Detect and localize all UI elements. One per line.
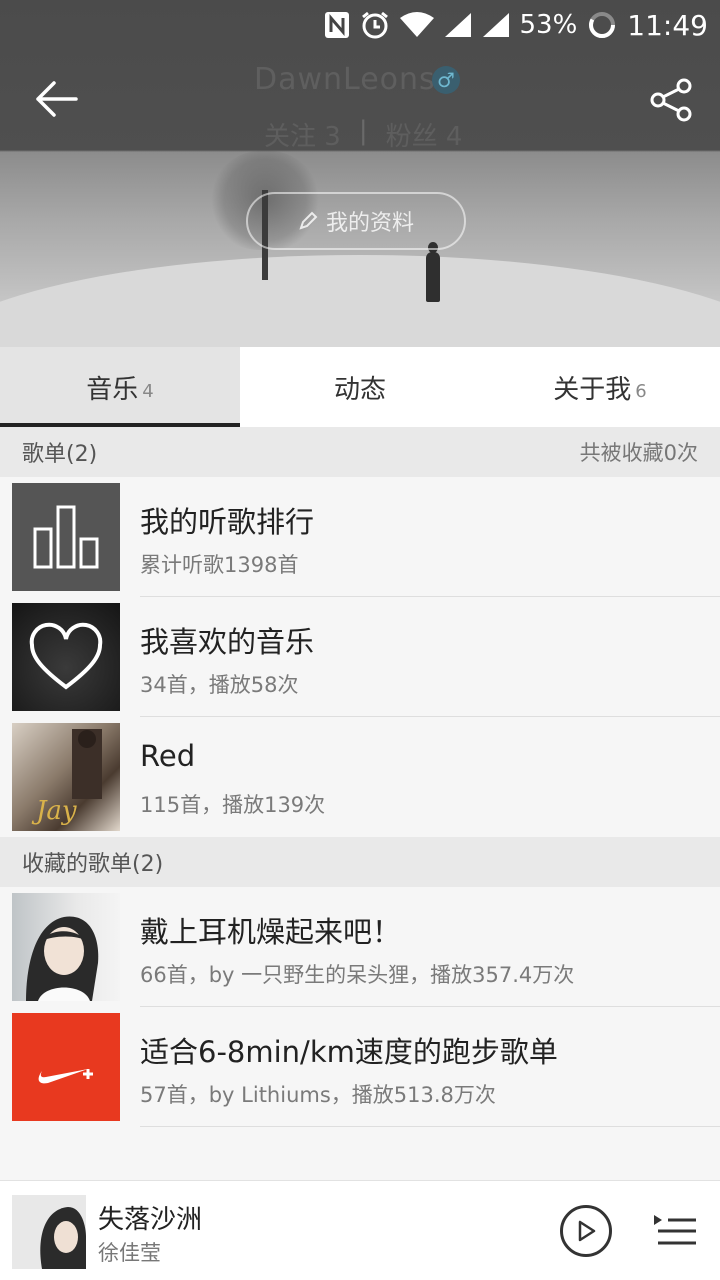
collected-row-running[interactable]: 适合6-8min/km速度的跑步歌单 57首，by Lithiums，播放513… — [0, 1007, 720, 1127]
playlist-cover-girl — [12, 893, 120, 1001]
nfc-icon — [324, 11, 350, 39]
pencil-icon — [299, 211, 318, 230]
playlist-subtitle: 115首，播放139次 — [140, 793, 326, 817]
username: DawnLeons — [254, 62, 436, 97]
now-playing-artist: 徐佳莹 — [98, 1241, 161, 1265]
tab-about-label: 关于我 — [553, 374, 632, 405]
queue-list-icon — [654, 1215, 696, 1245]
playlists-section-title: 歌单(2) — [22, 442, 98, 467]
bar-chart-icon — [12, 483, 120, 591]
playlist-title: 我的听歌排行 — [140, 505, 315, 539]
status-bar: 53% 11:49 — [0, 0, 720, 50]
male-gender-icon: ♂ — [432, 66, 460, 94]
playlists-collected-count: 共被收藏0次 — [579, 441, 698, 465]
profile-header: 53% 11:49 DawnLeons ♂ 关注 3 | 粉丝 4 我的资料 — [0, 0, 720, 347]
tab-about-count: 6 — [635, 380, 647, 402]
fans-count[interactable]: 粉丝 4 — [386, 116, 463, 153]
tab-about-me[interactable]: 关于我 6 — [480, 347, 720, 427]
following-count[interactable]: 关注 3 — [264, 116, 341, 153]
wifi-icon — [399, 12, 434, 38]
person-figure — [426, 252, 440, 302]
playlist-subtitle: 34首，播放58次 — [140, 673, 299, 697]
playlist-subtitle: 66首，by 一只野生的呆头狸，播放357.4万次 — [140, 963, 575, 987]
edit-profile-label: 我的资料 — [325, 211, 414, 236]
playlist-title: 我喜欢的音乐 — [140, 625, 315, 659]
collected-section-header: 收藏的歌单(2) — [0, 837, 720, 887]
play-button[interactable] — [560, 1205, 612, 1257]
share-button[interactable] — [646, 74, 698, 126]
playlists-section-header: 歌单(2) 共被收藏0次 — [0, 427, 720, 477]
clock: 11:49 — [627, 8, 708, 42]
playlist-title: 适合6-8min/km速度的跑步歌单 — [140, 1035, 558, 1069]
collected-section-title: 收藏的歌单(2) — [22, 852, 164, 877]
signal-icon-1 — [444, 12, 472, 38]
profile-screen: 53% 11:49 DawnLeons ♂ 关注 3 | 粉丝 4 我的资料 音… — [0, 0, 720, 1280]
mini-player[interactable]: 失落沙洲 徐佳莹 — [0, 1180, 720, 1280]
follow-stats: 关注 3 | 粉丝 4 — [264, 116, 462, 153]
playlist-row-ranking[interactable]: 我的听歌排行 累计听歌1398首 — [0, 477, 720, 597]
svg-text:Jay: Jay — [31, 796, 77, 826]
playlist-queue-button[interactable] — [652, 1211, 698, 1251]
playlist-title: 戴上耳机燥起来吧！ — [140, 915, 402, 949]
playlist-title: Red — [140, 739, 196, 773]
back-arrow-icon — [36, 81, 78, 117]
collected-row-earphones[interactable]: 戴上耳机燥起来吧！ 66首，by 一只野生的呆头狸，播放357.4万次 — [0, 887, 720, 1007]
battery-icon — [587, 10, 617, 40]
playlist-row-liked[interactable]: 我喜欢的音乐 34首，播放58次 — [0, 597, 720, 717]
edit-profile-button[interactable]: 我的资料 — [246, 192, 466, 250]
row-divider — [140, 1126, 720, 1127]
play-icon — [578, 1220, 596, 1242]
playlist-subtitle: 累计听歌1398首 — [140, 553, 299, 577]
back-button[interactable] — [28, 76, 84, 122]
top-bar: DawnLeons ♂ 关注 3 | 粉丝 4 — [0, 50, 720, 153]
playlist-subtitle: 57首，by Lithiums，播放513.8万次 — [140, 1083, 496, 1107]
battery-percent: 53% — [519, 10, 578, 40]
tab-activity-label: 动态 — [333, 374, 386, 405]
now-playing-cover[interactable] — [12, 1195, 86, 1269]
tab-music-count: 4 — [142, 380, 154, 402]
tab-music[interactable]: 音乐 4 — [0, 347, 240, 427]
share-icon — [650, 78, 692, 122]
stats-divider: | — [358, 116, 368, 146]
tab-music-label: 音乐 — [86, 374, 139, 405]
status-icons: 53% 11:49 — [324, 4, 708, 46]
alarm-icon — [360, 10, 390, 40]
profile-tabs: 音乐 4 动态 关于我 6 — [0, 347, 720, 427]
now-playing-title: 失落沙洲 — [98, 1205, 203, 1235]
playlist-row-red[interactable]: Jay Red 115首，播放139次 — [0, 717, 720, 837]
nike-plus-icon — [12, 1013, 120, 1121]
heart-icon — [12, 603, 120, 711]
snow-ground — [0, 255, 720, 347]
album-cover: Jay — [12, 723, 120, 831]
tab-activity[interactable]: 动态 — [240, 347, 480, 427]
signal-icon-2 — [482, 12, 510, 38]
